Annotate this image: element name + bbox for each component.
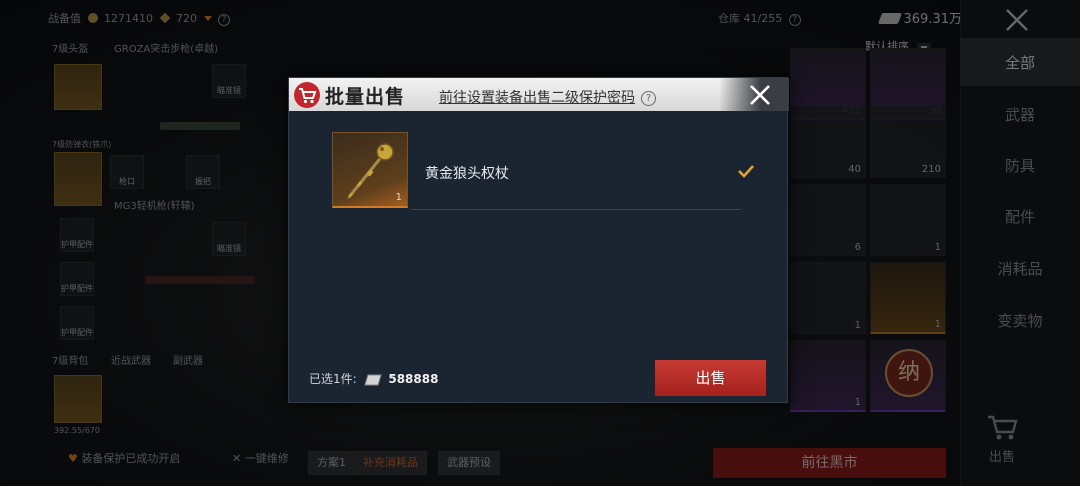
sell-button[interactable]: 出售 xyxy=(655,360,766,396)
cart-badge xyxy=(294,82,320,108)
protect-password-link[interactable]: 前往设置装备出售二级保护密码? xyxy=(439,87,656,107)
help-icon[interactable]: ? xyxy=(641,91,656,106)
item-name: 黄金狼头权杖 xyxy=(425,166,509,182)
selected-label: 已选1件: xyxy=(309,372,357,386)
dialog-title: 批量出售 xyxy=(325,86,406,108)
item-quantity: 1 xyxy=(395,192,402,203)
close-icon[interactable] xyxy=(748,83,772,107)
total-price: 588888 xyxy=(388,372,439,386)
cash-icon xyxy=(363,374,382,386)
item-divider xyxy=(411,209,741,210)
protect-password-text: 前往设置装备出售二级保护密码 xyxy=(439,90,635,106)
bulk-sell-dialog: 批量出售 前往设置装备出售二级保护密码? 1 黄金狼头权杖 已选1件: 5888… xyxy=(288,77,789,403)
check-icon[interactable] xyxy=(737,162,755,180)
item-thumbnail[interactable]: 1 xyxy=(332,132,408,208)
selected-summary: 已选1件: 588888 xyxy=(309,370,438,387)
dialog-header: 批量出售 前往设置装备出售二级保护密码? xyxy=(289,78,789,111)
cart-icon xyxy=(299,88,317,104)
